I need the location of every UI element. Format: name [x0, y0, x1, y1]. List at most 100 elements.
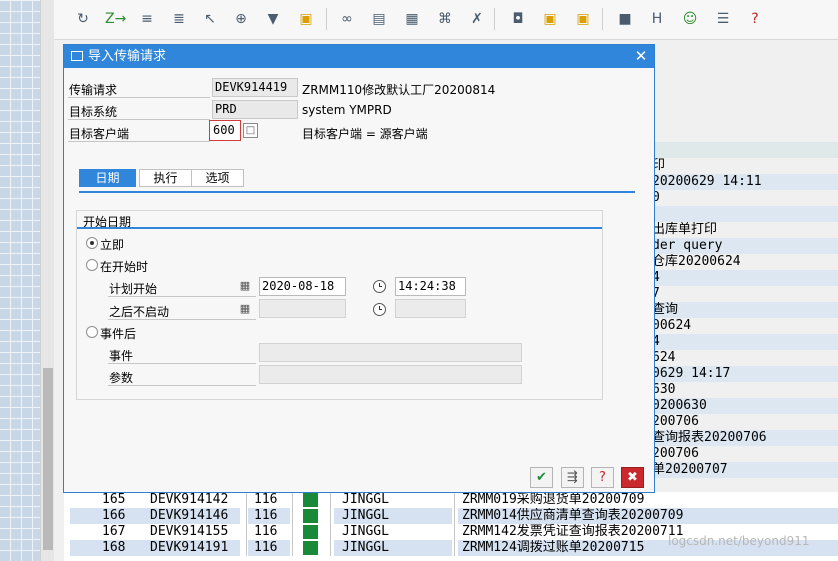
list-item: 7 [652, 286, 660, 301]
column-divider [330, 492, 331, 508]
list-icon[interactable]: ☰ [714, 10, 732, 28]
close-icon[interactable]: ✕ [630, 45, 652, 68]
target-system-description: system YMPRD [302, 103, 392, 117]
no-start-after-date-field [259, 299, 346, 318]
refresh-icon[interactable]: ↻ [74, 10, 92, 28]
dialog-titlebar[interactable]: 导入传输请求 ✕ [64, 45, 654, 68]
column-divider [246, 508, 247, 524]
column-divider [454, 492, 455, 508]
toolbar-separator [494, 8, 495, 30]
import-transport-request-dialog: 导入传输请求 ✕ 传输请求 DEVK914419 ZRMM110修改默认工厂20… [63, 44, 655, 493]
label-underline [68, 141, 210, 142]
delete-icon[interactable]: ✗ [468, 10, 486, 28]
calendar-icon[interactable]: ▦ [237, 278, 253, 293]
list-item: 0200630 [648, 398, 838, 414]
parameter-field [259, 365, 522, 384]
filter-icon[interactable]: ▼ [264, 10, 282, 28]
value-help-icon[interactable]: □ [243, 123, 258, 138]
column-divider [454, 508, 455, 524]
request-description: ZRMM124调拨过账单20200715 [462, 540, 645, 555]
planned-start-time-field[interactable]: 14:24:38 [395, 277, 466, 296]
document-icon[interactable]: ▤ [370, 10, 388, 28]
start-date-group: 开始日期 立即 在开始时 计划开始 ▦ 2020-08-18 14:24:38 … [76, 210, 603, 400]
help-button[interactable]: ? [591, 467, 614, 488]
column-divider [330, 524, 331, 540]
planned-start-label: 计划开始 [109, 282, 158, 296]
display-glasses-icon[interactable]: ∞ [338, 10, 356, 28]
request-description: ZRMM110修改默认工厂20200814 [302, 83, 496, 97]
tab-options[interactable]: 选项 [191, 169, 244, 187]
application-toolbar: ↻ Z→ ≡ ≣ ↖ ⊕ ▼ ▣ ∞ ▤ ▦ ⌘ ✗ ◘ ▣ ▣ ■ H ☺ ☰… [54, 0, 838, 40]
toolbar-separator [326, 8, 327, 30]
layout-icon[interactable]: ▦ [403, 10, 421, 28]
import-truck-icon[interactable]: ▣ [541, 10, 559, 28]
request-label: 传输请求 [69, 83, 118, 97]
at-start-time-radio[interactable] [86, 259, 98, 271]
column-divider [330, 540, 331, 556]
monitor-icon[interactable]: ■ [616, 10, 634, 28]
no-start-after-time-field [395, 299, 466, 318]
owner-user: JINGGL [342, 540, 389, 555]
list-item: 200706 [652, 414, 699, 429]
import-all-icon[interactable]: ▣ [574, 10, 592, 28]
table-row[interactable]: 166 DEVK914146 116 JINGGL ZRMM014供应商清单查询… [64, 508, 838, 524]
zoom-in-icon[interactable]: Z→ [105, 10, 126, 28]
client-number: 116 [254, 508, 278, 523]
label-underline [108, 385, 256, 386]
request-field: DEVK914419 [212, 78, 298, 97]
column-divider [246, 492, 247, 508]
planned-start-date-field[interactable]: 2020-08-18 [259, 277, 346, 296]
continue-button[interactable]: ✔ [530, 467, 553, 488]
sort-descending-icon[interactable]: ≣ [170, 10, 188, 28]
row-number: 165 [102, 492, 126, 507]
check-icon: ✔ [536, 470, 547, 485]
after-event-radio[interactable] [86, 326, 98, 338]
list-item: 00624 [652, 318, 692, 333]
transport-truck-icon[interactable]: ▣ [297, 10, 315, 28]
sort-ascending-icon[interactable]: ≡ [138, 10, 156, 28]
column-divider [246, 540, 247, 556]
list-item: 200706 [652, 446, 699, 461]
dialog-title: 导入传输请求 [88, 49, 167, 64]
owner-user: JINGGL [342, 508, 389, 523]
list-item: 0629 14:17 [648, 366, 838, 382]
client-number: 116 [254, 524, 278, 539]
help-h-icon[interactable]: H [648, 10, 666, 28]
parameter-label: 参数 [109, 371, 134, 385]
target-client-input[interactable]: 600 [209, 120, 241, 141]
scrollbar-thumb[interactable] [43, 368, 53, 550]
request-description: ZRMM014供应商清单查询表20200709 [462, 508, 684, 523]
select-cursor-icon[interactable]: ↖ [201, 10, 219, 28]
list-item: 20200629 14:11 [648, 174, 838, 190]
label-underline [68, 97, 210, 98]
find-icon[interactable]: ⊕ [232, 10, 250, 28]
table-row[interactable]: 165 DEVK914142 116 JINGGL ZRMM019采购退货单20… [64, 492, 838, 508]
left-scrollbar[interactable] [40, 0, 54, 561]
column-divider [246, 524, 247, 540]
column-divider [454, 524, 455, 540]
tab-execution[interactable]: 执行 [139, 169, 192, 187]
request-description: ZRMM142发票凭证查询报表20200711 [462, 524, 684, 539]
lock-icon[interactable]: ◘ [509, 10, 527, 28]
request-id: DEVK914146 [150, 508, 229, 523]
clock-icon[interactable] [373, 280, 386, 293]
cancel-button[interactable]: ✖ [621, 467, 644, 488]
status-ok-indicator [303, 541, 318, 555]
after-event-label: 事件后 [100, 327, 137, 341]
list-item: 仓库20200624 [652, 254, 741, 269]
request-id: DEVK914191 [150, 540, 229, 555]
info-book-icon[interactable]: ? [746, 10, 764, 28]
target-system-label: 目标系统 [69, 105, 118, 119]
structure-icon[interactable]: ⌘ [436, 10, 454, 28]
column-divider [330, 508, 331, 524]
row-number: 167 [102, 524, 126, 539]
status-ok-indicator [303, 525, 318, 539]
schedule-button[interactable]: ⇶ [561, 467, 584, 488]
tab-date[interactable]: 日期 [79, 169, 136, 187]
label-underline [108, 363, 256, 364]
target-system-field: PRD [212, 100, 298, 119]
list-header-row [648, 142, 838, 158]
request-id: DEVK914155 [150, 524, 229, 539]
user-icon[interactable]: ☺ [681, 10, 699, 28]
immediate-radio[interactable] [86, 237, 98, 249]
